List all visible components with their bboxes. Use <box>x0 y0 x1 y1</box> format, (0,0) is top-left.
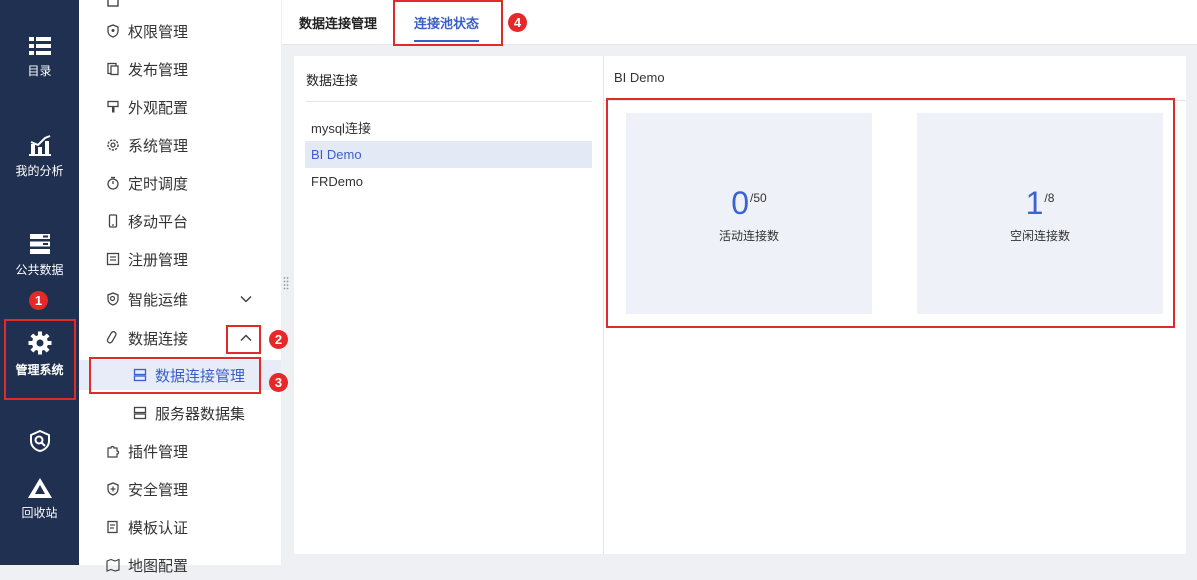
dataset-icon <box>133 406 147 420</box>
annotation-box-submenu <box>89 357 261 394</box>
menu-label: 安全管理 <box>128 481 189 499</box>
rail-label: 公共数据 <box>15 263 64 277</box>
menu-item-mobile[interactable]: 移动平台 <box>79 206 281 236</box>
rail-item-catalog[interactable]: 目录 <box>0 36 79 79</box>
rail-item-recycle-bin[interactable]: 回收站 <box>0 478 79 521</box>
list-icon <box>28 37 51 55</box>
rail-item-my-analysis[interactable]: 我的分析 <box>0 134 79 179</box>
register-icon <box>106 252 120 266</box>
detail-title: BI Demo <box>614 70 665 85</box>
menu-label: 插件管理 <box>128 443 189 461</box>
menu-icon <box>106 0 120 8</box>
annotation-box-tab <box>393 0 503 46</box>
ops-icon <box>106 292 120 306</box>
menu-label: 发布管理 <box>128 61 189 79</box>
menu-label: 模板认证 <box>128 519 189 537</box>
settings-icon <box>106 138 120 152</box>
menu-item-permission[interactable]: 权限管理 <box>79 16 281 46</box>
menu-label: 移动平台 <box>128 213 189 231</box>
menu-item-hidden-top[interactable] <box>79 0 281 16</box>
template-icon <box>106 520 120 534</box>
menu-item-scheduler[interactable]: 定时调度 <box>79 168 281 198</box>
annotation-badge: 2 <box>269 330 288 349</box>
shield-search-icon <box>29 430 50 452</box>
menu-label: 服务器数据集 <box>155 405 246 423</box>
database-icon <box>29 234 50 254</box>
plugin-icon <box>106 444 120 458</box>
menu-label: 数据连接 <box>128 330 189 348</box>
menu-item-appearance[interactable]: 外观配置 <box>79 92 281 122</box>
divider <box>306 101 592 102</box>
rail-label: 回收站 <box>21 506 58 520</box>
menu-label: 系统管理 <box>128 137 189 155</box>
annotation-badge: 3 <box>269 373 288 392</box>
menu-item-template-auth[interactable]: 模板认证 <box>79 512 281 542</box>
tab-data-connection-management[interactable]: 数据连接管理 <box>299 0 377 44</box>
annotation-box-admin <box>4 319 76 400</box>
rail-item-ops[interactable] <box>0 430 79 452</box>
menu-label: 智能运维 <box>128 291 189 309</box>
link-icon <box>106 331 120 345</box>
rail-label: 我的分析 <box>15 164 64 178</box>
menu-item-system[interactable]: 系统管理 <box>79 130 281 160</box>
map-icon <box>106 558 120 572</box>
rail-item-public-data[interactable]: 公共数据 <box>0 233 79 278</box>
mobile-icon <box>106 214 120 228</box>
menu-item-security[interactable]: 安全管理 <box>79 474 281 504</box>
menu-item-map[interactable]: 地图配置 <box>79 550 281 580</box>
brush-icon <box>106 100 120 114</box>
connection-item-mysql[interactable]: mysql连接 <box>305 114 592 141</box>
divider <box>603 56 604 554</box>
menu-item-plugin[interactable]: 插件管理 <box>79 436 281 466</box>
connection-item-frdemo[interactable]: FRDemo <box>305 168 592 195</box>
menu-label: 外观配置 <box>128 99 189 117</box>
menu-item-server-dataset[interactable]: 服务器数据集 <box>79 398 281 428</box>
menu-item-register[interactable]: 注册管理 <box>79 244 281 274</box>
connection-list-header: 数据连接 <box>306 73 359 88</box>
permission-icon <box>106 24 120 38</box>
menu-label: 定时调度 <box>128 175 189 193</box>
nav-rail: 目录 我的分析 公共数据 管理系统 回收站 <box>0 0 79 565</box>
publish-icon <box>106 62 120 76</box>
menu-label: 权限管理 <box>128 23 189 41</box>
rail-label: 目录 <box>27 64 52 78</box>
menu-item-smart-ops[interactable]: 智能运维 <box>79 284 281 314</box>
menu-label: 地图配置 <box>128 557 189 575</box>
annotation-box-stats <box>606 98 1175 328</box>
chevron-down-icon[interactable] <box>239 292 253 306</box>
security-icon <box>106 482 120 496</box>
menu-label: 注册管理 <box>128 251 189 269</box>
annotation-box-expand <box>226 325 261 354</box>
menu-item-publish[interactable]: 发布管理 <box>79 54 281 84</box>
connection-item-bi-demo[interactable]: BI Demo <box>305 141 592 168</box>
admin-submenu: 权限管理 发布管理 外观配置 系统管理 定时调度 移动平台 注册管理 智能运维 … <box>79 0 281 575</box>
resize-handle[interactable] <box>283 276 289 290</box>
recycle-icon <box>27 478 52 498</box>
timer-icon <box>106 176 120 190</box>
chart-icon <box>28 135 51 156</box>
annotation-badge: 4 <box>508 13 527 32</box>
annotation-badge: 1 <box>29 291 48 310</box>
